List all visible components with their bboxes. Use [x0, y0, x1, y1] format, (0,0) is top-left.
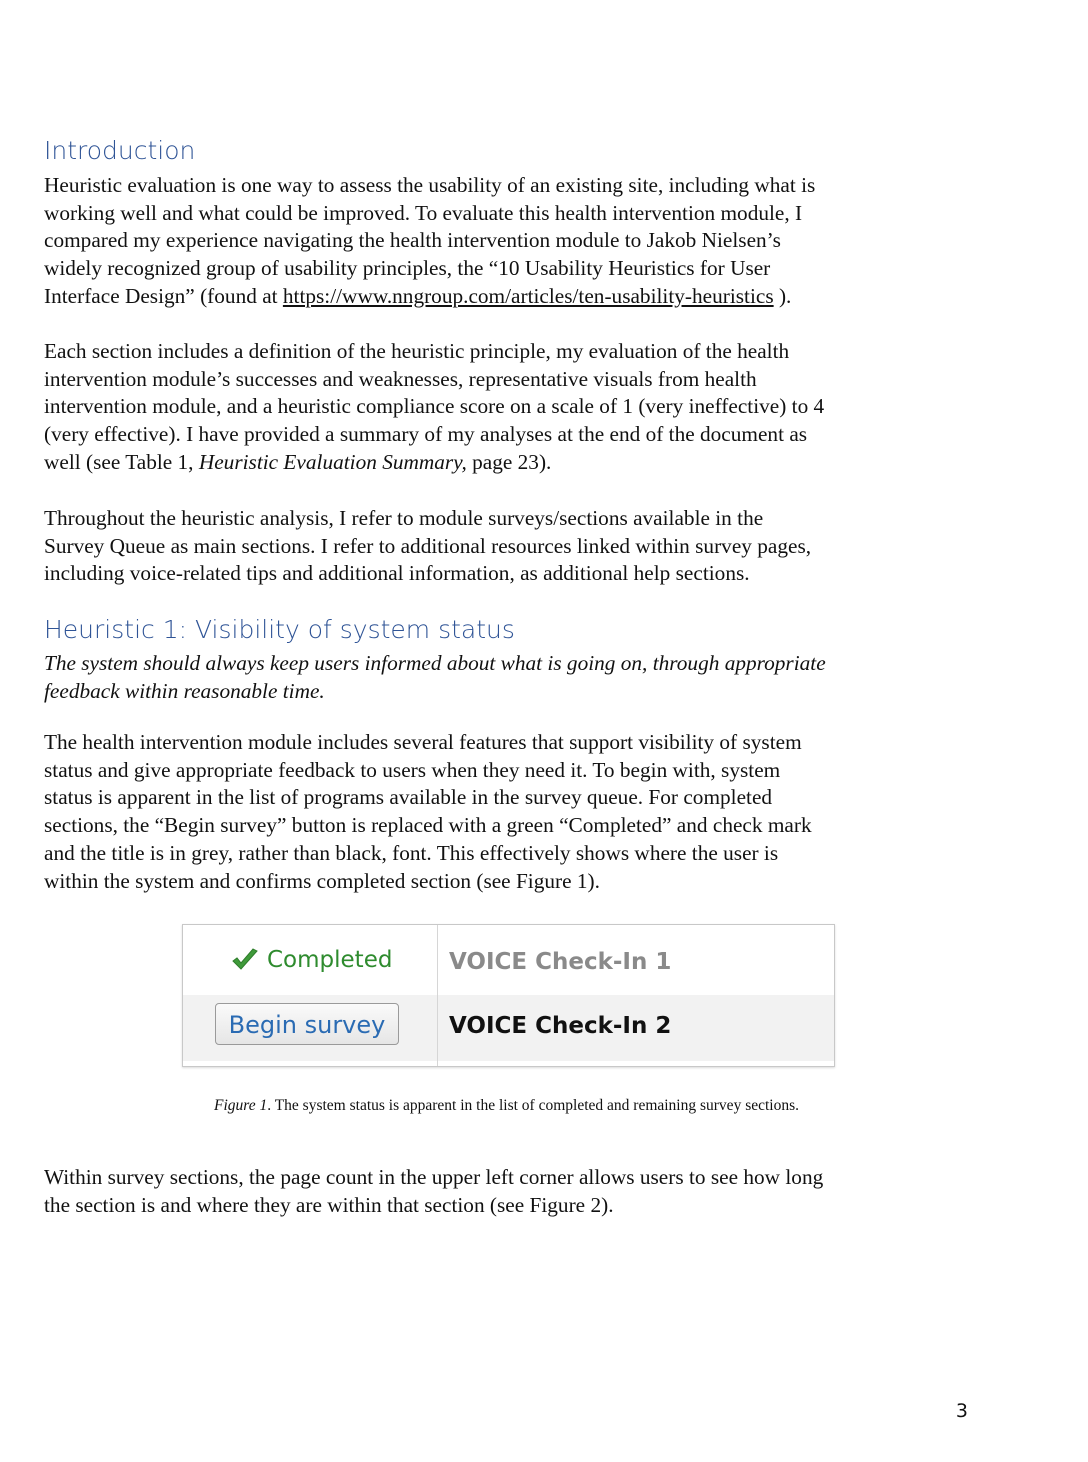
text-line: intervention module, and a heuristic com… — [44, 394, 825, 419]
text-line: The system should always keep users info… — [44, 651, 826, 675]
check-mark-icon — [231, 948, 259, 972]
document-page: Introduction Heuristic evaluation is one… — [0, 0, 1088, 1462]
introduction-paragraph-3: Throughout the heuristic analysis, I ref… — [44, 505, 994, 588]
text-line: feedback within reasonable time. — [44, 678, 325, 703]
text-line: including voice-related tips and additio… — [44, 561, 750, 586]
text-line: (very effective). I have provided a summ… — [44, 422, 808, 447]
completed-label: Completed — [267, 947, 393, 973]
text-fragment: Interface Design” (found at — [44, 283, 283, 308]
table-reference-title: Heuristic Evaluation Summary, — [198, 449, 467, 474]
text-line: within the system and confirms completed… — [44, 868, 600, 893]
text-fragment: page 23). — [466, 449, 552, 474]
text-line: Heuristic evaluation is one way to asses… — [44, 173, 816, 197]
text-fragment: ). — [773, 283, 792, 308]
text-line: status and give appropriate feedback to … — [44, 757, 781, 782]
text-line: well (see Table 1, Heuristic Evaluation … — [44, 449, 994, 477]
text-line: widely recognized group of usability pri… — [44, 256, 771, 281]
introduction-heading: Introduction — [44, 136, 196, 165]
text-line: Within survey sections, the page count i… — [44, 1165, 824, 1189]
heuristic-1-paragraph-1: The health intervention module includes … — [44, 729, 994, 895]
caption-text: . The system status is apparent in the l… — [267, 1097, 800, 1114]
text-line: intervention module’s successes and weak… — [44, 366, 757, 391]
introduction-paragraph-2: Each section includes a definition of th… — [44, 338, 994, 477]
text-line: Each section includes a definition of th… — [44, 339, 790, 363]
completed-status: Completed — [231, 947, 392, 973]
text-line: compared my experience navigating the he… — [44, 228, 781, 253]
begin-survey-button[interactable]: Begin survey — [215, 1003, 399, 1045]
figure-label: Figure 1 — [213, 1097, 268, 1114]
text-line: Throughout the heuristic analysis, I ref… — [44, 506, 764, 530]
survey-title-completed: VOICE Check-In 1 — [449, 949, 672, 975]
introduction-paragraph-1: Heuristic evaluation is one way to asses… — [44, 172, 994, 311]
page-number: 3 — [955, 1400, 968, 1422]
text-line: and the title is in grey, rather than bl… — [44, 840, 779, 865]
survey-queue-row-completed: Completed VOICE Check-In 1 — [183, 927, 834, 995]
heuristic-1-definition: The system should always keep users info… — [44, 650, 994, 705]
survey-title-pending: VOICE Check-In 2 — [449, 1013, 672, 1039]
text-fragment: well (see Table 1, — [44, 449, 199, 474]
text-line: Interface Design” (found at https://www.… — [44, 283, 994, 311]
survey-queue-row-pending: Begin survey VOICE Check-In 2 — [183, 995, 834, 1061]
column-divider — [437, 925, 438, 1066]
figure-1-survey-queue: Completed VOICE Check-In 1 Begin survey … — [182, 924, 835, 1067]
figure-1-caption: Figure 1. The system status is apparent … — [0, 1096, 1013, 1116]
heuristic-1-heading: Heuristic 1: Visibility of system status — [44, 615, 515, 644]
text-line: status is apparent in the list of progra… — [44, 785, 773, 810]
text-line: The health intervention module includes … — [44, 730, 802, 754]
text-line: working well and what could be improved.… — [44, 200, 803, 225]
text-line: Survey Queue as main sections. I refer t… — [44, 533, 812, 558]
text-line: the section is and where they are within… — [44, 1192, 614, 1217]
nngroup-heuristics-link[interactable]: https://www.nngroup.com/articles/ten-usa… — [283, 284, 774, 308]
text-line: sections, the “Begin survey” button is r… — [44, 813, 812, 838]
heuristic-1-paragraph-2: Within survey sections, the page count i… — [44, 1164, 994, 1219]
